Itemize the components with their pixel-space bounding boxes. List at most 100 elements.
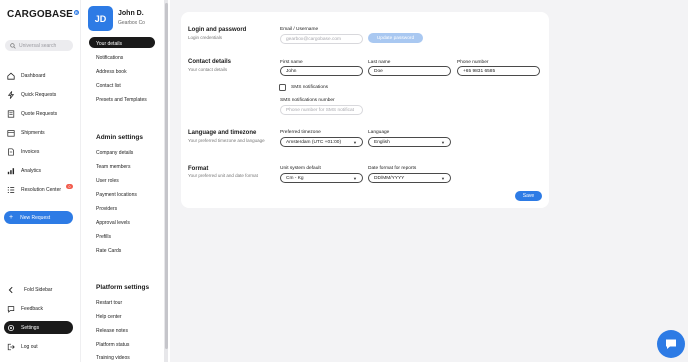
- settings-link-rate-cards[interactable]: Rate Cards: [96, 248, 121, 254]
- timezone-select[interactable]: Amsterdam (UTC +01:00) ▼: [280, 137, 363, 147]
- nav-label: Analytics: [21, 168, 42, 174]
- sms-number-label: SMS notifications number: [280, 98, 335, 103]
- search-input[interactable]: [19, 42, 71, 49]
- sms-notifications-checkbox[interactable]: [279, 84, 286, 91]
- phone-field[interactable]: +65 9831 6585: [457, 66, 540, 76]
- nav-quote-requests[interactable]: Quote Requests: [7, 109, 57, 119]
- update-password-button[interactable]: Update password: [368, 33, 423, 43]
- nav-dashboard[interactable]: Dashboard: [7, 71, 45, 81]
- settings-link-address-book[interactable]: Address book: [96, 69, 127, 75]
- avatar[interactable]: JD: [88, 6, 113, 31]
- settings-link-team-members[interactable]: Team members: [96, 164, 130, 170]
- platform-settings-heading: Platform settings: [96, 284, 150, 291]
- language-section-title: Language and timezone: [188, 130, 257, 136]
- nav-quick-requests[interactable]: Quick Requests: [7, 90, 56, 100]
- timezone-value: Amsterdam (UTC +01:00): [286, 139, 342, 145]
- invoice-icon: [7, 148, 15, 156]
- first-name-label: First name: [280, 60, 303, 65]
- sms-notifications-label: SMS notifications: [291, 85, 329, 90]
- last-name-field[interactable]: Doe: [368, 66, 451, 76]
- nav-resolution-center[interactable]: Resolution Center: [7, 185, 61, 195]
- date-format-select[interactable]: DD/MM/YYYY ▼: [368, 173, 451, 183]
- fold-sidebar-button[interactable]: Fold Sidebar: [7, 285, 52, 295]
- first-name-field[interactable]: John: [280, 66, 363, 76]
- settings-link-your-details[interactable]: Your details: [96, 41, 122, 47]
- settings-link-contact-list[interactable]: Contact list: [96, 83, 121, 89]
- contact-section-title: Contact details: [188, 59, 232, 65]
- timezone-label: Preferred timezone: [280, 130, 321, 135]
- nav-label: Log out: [21, 344, 38, 350]
- unit-system-value: Cm - Kg: [286, 175, 304, 181]
- gear-icon: [7, 324, 15, 332]
- chevron-down-icon: ▼: [441, 175, 445, 181]
- nav-log-out[interactable]: Log out: [7, 342, 38, 352]
- registered-mark: R: [73, 10, 79, 15]
- settings-link-payment-locations[interactable]: Payment locations: [96, 192, 137, 198]
- unit-system-label: Unit system default: [280, 166, 321, 171]
- new-request-button[interactable]: + New Request: [4, 211, 73, 224]
- language-select[interactable]: English ▼: [368, 137, 451, 147]
- brand-logo[interactable]: CARGOBASE R: [7, 9, 79, 20]
- nav-shipments[interactable]: Shipments: [7, 128, 45, 138]
- language-section-subtitle: Your preferred timezone and language: [188, 138, 265, 143]
- universal-search[interactable]: [5, 40, 73, 51]
- nav-settings[interactable]: Settings: [7, 323, 39, 333]
- box-icon: [7, 129, 15, 137]
- nav-label: Fold Sidebar: [24, 287, 53, 293]
- login-section-subtitle: Login credentials: [188, 35, 223, 40]
- chat-icon: [666, 339, 676, 349]
- settings-link-company-details[interactable]: Company details: [96, 150, 133, 156]
- settings-nav: [80, 0, 170, 362]
- logout-icon: [7, 343, 15, 351]
- nav-feedback[interactable]: Feedback: [7, 304, 43, 314]
- sms-number-field[interactable]: Phone number for SMS notificat: [280, 105, 363, 115]
- settings-link-prefills[interactable]: Prefills: [96, 234, 111, 240]
- bar-chart-icon: [7, 167, 15, 175]
- phone-label: Phone number: [457, 60, 489, 65]
- last-name-label: Last name: [368, 60, 391, 65]
- date-format-label: Date format for reports: [368, 166, 417, 171]
- chevron-left-icon: [7, 286, 15, 294]
- settings-nav-scrollbar[interactable]: [164, 0, 168, 362]
- nav-invoices[interactable]: Invoices: [7, 147, 39, 157]
- admin-settings-heading: Admin settings: [96, 134, 143, 141]
- checklist-icon: [7, 186, 15, 194]
- nav-label: Dashboard: [21, 73, 46, 79]
- email-label: Email / Username: [280, 27, 319, 32]
- contact-section-subtitle: Your contact details: [188, 67, 228, 72]
- login-section-title: Login and password: [188, 27, 247, 33]
- resolution-count-badge: 0: [66, 184, 73, 189]
- nav-analytics[interactable]: Analytics: [7, 166, 41, 176]
- settings-link-presets[interactable]: Presets and Templates: [96, 97, 147, 103]
- document-list-icon: [7, 110, 15, 118]
- unit-system-select[interactable]: Cm - Kg ▼: [280, 173, 363, 183]
- nav-label: Settings: [21, 325, 40, 331]
- nav-label: Resolution Center: [21, 187, 62, 193]
- settings-link-restart-tour[interactable]: Restart tour: [96, 300, 122, 306]
- chat-launcher-button[interactable]: [657, 330, 685, 358]
- home-icon: [7, 72, 15, 80]
- chevron-down-icon: ▼: [441, 139, 445, 145]
- scrollbar-thumb[interactable]: [164, 3, 168, 349]
- nav-label: Invoices: [21, 149, 40, 155]
- nav-label: Quote Requests: [21, 111, 58, 117]
- date-format-value: DD/MM/YYYY: [374, 175, 405, 181]
- format-section-title: Format: [188, 166, 209, 172]
- main-sidebar: CARGOBASE R Dashboard Quick Requests Quo…: [0, 0, 80, 362]
- settings-link-help-center[interactable]: Help center: [96, 314, 122, 320]
- plus-icon: +: [9, 214, 14, 221]
- nav-label: Feedback: [21, 306, 43, 312]
- save-button[interactable]: Save: [515, 191, 542, 201]
- settings-link-platform-status[interactable]: Platform status: [96, 342, 129, 348]
- settings-link-approval-levels[interactable]: Approval levels: [96, 220, 130, 226]
- settings-link-release-notes[interactable]: Release notes: [96, 328, 128, 334]
- email-field: gearbox@cargobase.com: [280, 34, 363, 44]
- settings-link-user-roles[interactable]: User roles: [96, 178, 119, 184]
- settings-link-notifications[interactable]: Notifications: [96, 55, 123, 61]
- settings-link-training-videos[interactable]: Training videos: [96, 355, 130, 361]
- language-value: English: [374, 139, 390, 145]
- chevron-down-icon: ▼: [353, 139, 357, 145]
- nav-label: Quick Requests: [21, 92, 57, 98]
- settings-link-providers[interactable]: Providers: [96, 206, 117, 212]
- nav-label: Shipments: [21, 130, 45, 136]
